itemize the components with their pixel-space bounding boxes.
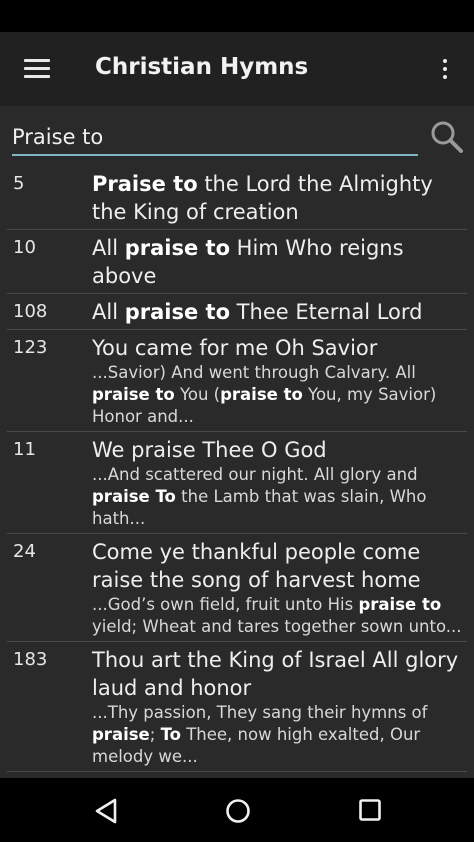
hamburger-menu-icon[interactable] [24,59,50,79]
highlighted-text: Praise to [92,172,198,196]
text-segment: Come ye thankful people come raise the s… [92,540,421,592]
hymn-result-row[interactable]: 10 All praise to Him Who reigns above [7,230,467,294]
text-segment: ...Savior) And went through Calvary. All [92,363,416,382]
hymn-result-row[interactable]: 123 You came for me Oh Savior ...Savior) A… [7,330,467,432]
highlighted-text: praise to [358,595,442,614]
hymn-result-body: Thou art the King of Israel All glory la… [92,646,467,768]
hymn-title: You came for me Oh Savior [92,334,463,362]
text-segment: ...Thy passion, They sang their hymns of [92,703,428,722]
highlighted-text: praise to [220,385,303,404]
app-bar: Christian Hymns [0,32,474,106]
hymn-result-body: All praise to Him Who reigns above [92,234,467,290]
hymn-number: 11 [13,439,36,460]
hymn-result-row[interactable]: 5 Praise to the Lord the Almighty the Kin… [7,166,467,230]
overflow-menu-icon[interactable] [438,56,452,82]
text-segment: You came for me Oh Savior [92,336,378,360]
hymn-result-body: Come ye thankful people come raise the s… [92,538,467,638]
back-triangle-icon[interactable] [94,798,118,824]
hymn-result-row[interactable]: 24 Come ye thankful people come raise the… [7,534,467,642]
search-icon[interactable] [430,120,464,154]
hymn-title: All praise to Him Who reigns above [92,234,463,290]
hymn-number: 5 [13,173,25,194]
hymn-title: We praise Thee O God [92,436,463,464]
hymn-snippet: ...And scattered our night. All glory an… [92,464,463,530]
hymn-result-body: We praise Thee O God ...And scattered our… [92,436,467,530]
results-list[interactable]: 5 Praise to the Lord the Almighty the Kin… [7,166,467,778]
highlighted-text: praise to [124,300,230,324]
text-segment: yield; Wheat and tares together sown unt… [92,617,462,636]
text-segment: We praise Thee O God [92,438,327,462]
search-input[interactable] [12,120,418,156]
hymn-result-row[interactable]: 108 All praise to Thee Eternal Lord [7,294,467,330]
text-segment: ; [149,725,161,744]
text-segment: All [92,236,125,260]
text-segment: Thou art the King of Israel All glory la… [92,648,459,700]
hymn-snippet: ...Thy passion, They sang their hymns of… [92,702,463,768]
hymn-number: 10 [13,237,36,258]
hymn-number: 183 [13,649,48,670]
home-circle-icon[interactable] [225,798,251,824]
hymn-number: 108 [13,301,48,322]
highlighted-text: praise to [124,236,230,260]
highlighted-text: praise To [92,487,176,506]
text-segment: Thee Eternal Lord [230,300,423,324]
navigation-bar [0,778,474,842]
hymn-result-body: You came for me Oh Savior ...Savior) And … [92,334,467,428]
status-bar [0,0,474,32]
hymn-result-body: All praise to Thee Eternal Lord [92,298,467,326]
recent-apps-square-icon[interactable] [358,798,382,822]
hymn-title: All praise to Thee Eternal Lord [92,298,463,326]
hymn-result-row[interactable]: 11 We praise Thee O God ...And scattered o… [7,432,467,534]
text-segment: All [92,300,125,324]
app-title: Christian Hymns [95,54,309,80]
hymn-title: Thou art the King of Israel All glory la… [92,646,463,702]
text-segment: ...God’s own field, fruit unto His [92,595,359,614]
hymn-result-body: Praise to the Lord the Almighty the King… [92,170,467,226]
highlighted-text: praise to [92,385,175,404]
hymn-snippet: ...Savior) And went through Calvary. All… [92,362,463,428]
hymn-snippet: ...God’s own field, fruit unto His prais… [92,594,463,638]
search-area [0,106,474,164]
hymn-title: Praise to the Lord the Almighty the King… [92,170,463,226]
hymn-number: 24 [13,541,36,562]
text-segment: You ( [174,385,221,404]
hymn-title: Come ye thankful people come raise the s… [92,538,463,594]
highlighted-text: praise [92,725,150,744]
highlighted-text: To [160,725,181,744]
hymn-number: 123 [13,337,48,358]
text-segment: ...And scattered our night. All glory an… [92,465,418,484]
hymn-result-row[interactable]: 183 Thou art the King of Israel All glory… [7,642,467,772]
